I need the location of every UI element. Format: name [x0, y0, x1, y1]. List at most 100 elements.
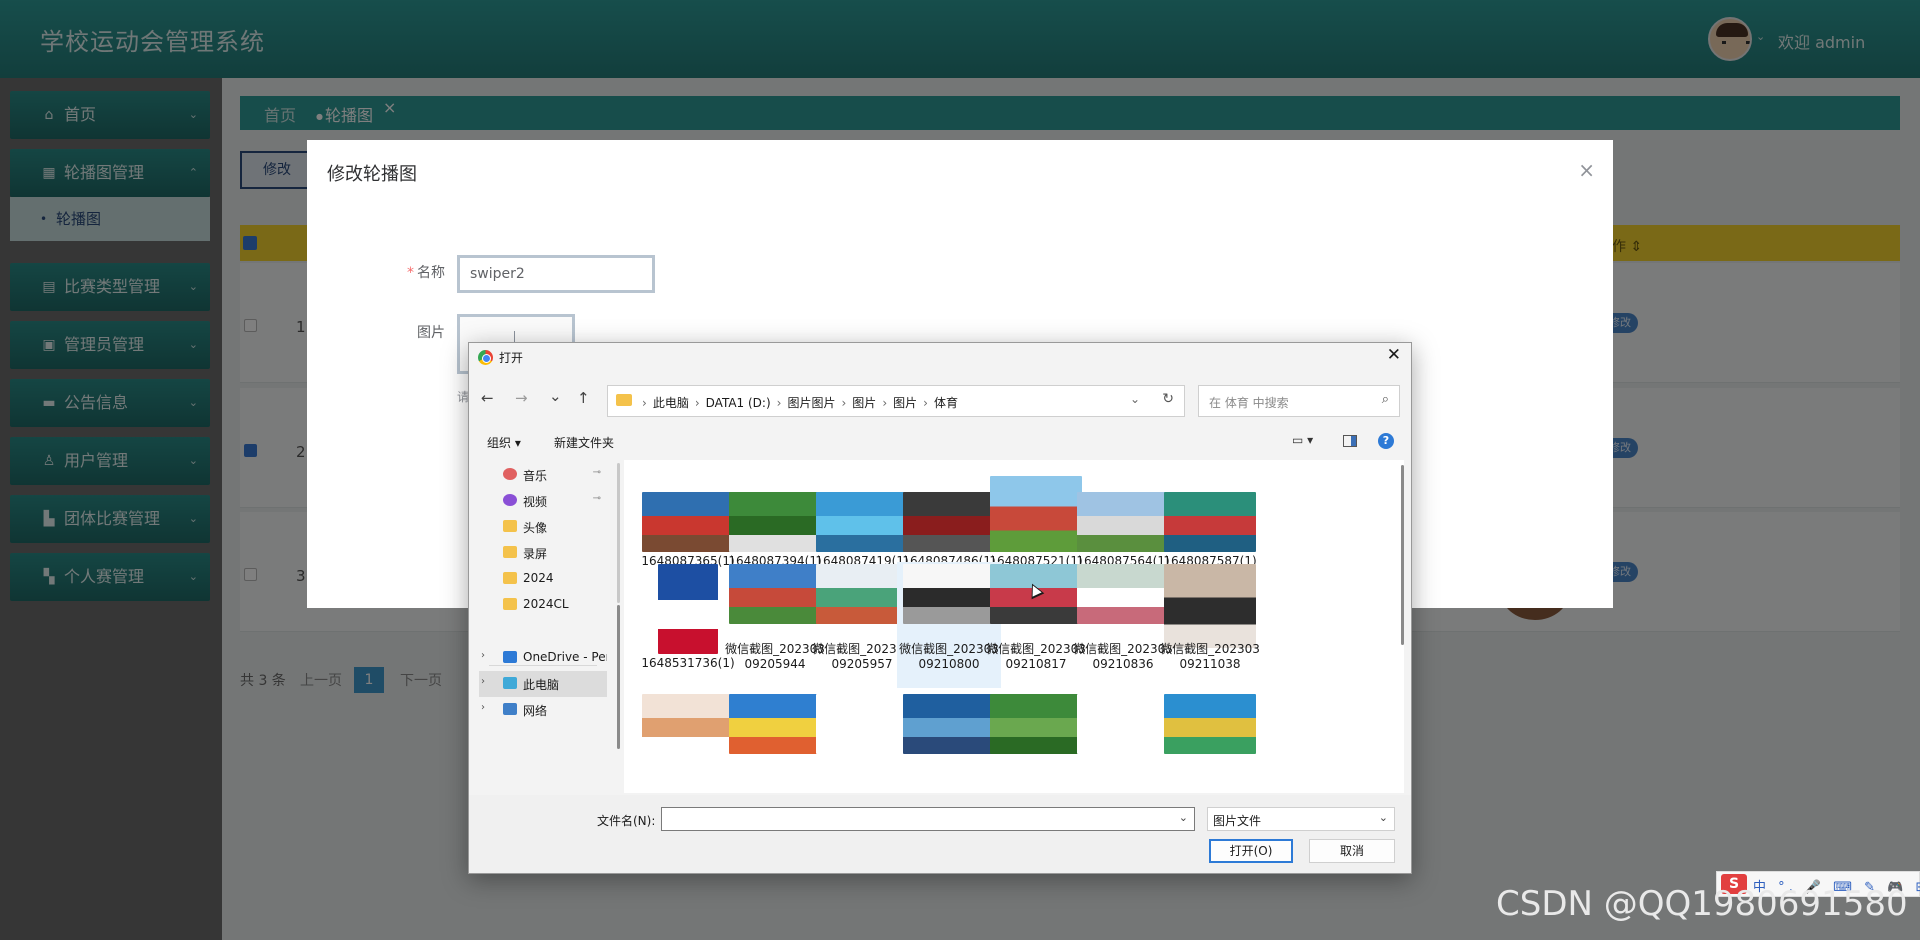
nav-item-3[interactable]: 录屏 — [479, 540, 607, 566]
image-thumbnail — [729, 492, 821, 552]
nav-item-label: 网络 — [523, 704, 548, 718]
cloud-icon — [503, 651, 517, 663]
filename-label: 文件名(N): — [597, 814, 656, 828]
nav-item-label: 录屏 — [523, 547, 548, 561]
file-grid-scrollbar[interactable] — [1401, 465, 1404, 645]
nav-item-2[interactable]: 头像 — [479, 514, 607, 540]
nav-item-label: OneDrive - Per — [523, 650, 607, 664]
dialog-title: 打开 — [499, 351, 524, 365]
command-bar: 组织 ▾ 新建文件夹 ▭ ▾ ? — [469, 427, 1411, 455]
chevron-right-icon[interactable]: › — [481, 676, 485, 687]
open-file-dialog: 打开 ✕ ← → ⌄ ↑ › 此电脑 › DATA1 (D:) › 图片图片 › 图片 › 图片 ›… — [468, 342, 1412, 874]
nav-item-8[interactable]: › 网络 — [479, 697, 607, 723]
navpane-scrollbar[interactable] — [617, 463, 620, 603]
up-arrow-icon[interactable]: ↑ — [577, 389, 590, 407]
network-icon — [503, 703, 517, 715]
nav-item-5[interactable]: 2024CL — [479, 592, 607, 618]
help-icon[interactable]: ? — [1378, 433, 1394, 449]
breadcrumb-segment[interactable]: 此电脑 — [653, 396, 689, 410]
new-folder-button[interactable]: 新建文件夹 — [554, 434, 614, 451]
chevron-right-icon: › — [694, 396, 700, 410]
watermark: CSDN @QQ1980691580 — [1496, 884, 1908, 924]
image-thumbnail — [642, 492, 734, 552]
chevron-right-icon[interactable]: › — [481, 702, 485, 713]
nav-item-label: 此电脑 — [523, 678, 560, 692]
nav-item-1[interactable]: 视频 ⊸ — [479, 488, 607, 514]
breadcrumb-segment[interactable]: 体育 — [934, 396, 958, 410]
filename-input[interactable]: ⌄ — [661, 807, 1195, 831]
search-input[interactable]: 在 体育 中搜索 ⌕ — [1198, 385, 1400, 417]
cancel-button[interactable]: 取消 — [1309, 839, 1395, 863]
chevron-down-icon[interactable]: ⌄ — [1179, 811, 1188, 824]
image-thumbnail — [1164, 564, 1256, 648]
close-icon[interactable]: × — [1578, 158, 1595, 182]
file-type-value: 图片文件 — [1213, 814, 1262, 828]
computer-icon — [503, 677, 517, 689]
chevron-right-icon: › — [841, 396, 847, 410]
nav-item-label: 头像 — [523, 521, 548, 535]
search-icon[interactable]: ⌕ — [1382, 392, 1389, 407]
breadcrumb-segment[interactable]: 图片图片 — [787, 396, 835, 410]
music-icon — [503, 468, 517, 480]
folder-icon — [503, 520, 517, 532]
open-button[interactable]: 打开(O) — [1209, 839, 1293, 863]
breadcrumb-segment[interactable]: 图片 — [852, 396, 876, 410]
name-input[interactable] — [457, 255, 655, 293]
forward-arrow-icon[interactable]: → — [515, 389, 528, 407]
image-thumbnail — [729, 564, 821, 624]
image-thumbnail — [903, 564, 995, 624]
navpane-divider — [489, 665, 597, 666]
image-thumbnail — [642, 694, 734, 754]
image-thumbnail — [658, 564, 718, 654]
close-icon[interactable]: ✕ — [1387, 345, 1401, 365]
navpane-scrollbar-thumb[interactable] — [617, 605, 620, 749]
image-thumbnail — [1164, 492, 1256, 552]
nav-item-label: 2024 — [523, 571, 554, 585]
chevron-right-icon: › — [642, 396, 647, 410]
file-item[interactable] — [1158, 692, 1262, 792]
chevron-right-icon: › — [882, 396, 888, 410]
address-bar[interactable]: › 此电脑 › DATA1 (D:) › 图片图片 › 图片 › 图片 › 体育 ⌄ ↻ — [607, 385, 1185, 417]
navigation-pane: 音乐 ⊸ 视频 ⊸ 头像 录屏 2024 2024CL › OneDrive - Per › 此电脑 ›… — [469, 460, 609, 793]
chevron-right-icon: › — [776, 396, 782, 410]
organize-button[interactable]: 组织 ▾ — [487, 434, 521, 451]
refresh-icon[interactable]: ↻ — [1162, 391, 1174, 407]
view-options-button[interactable]: ▭ ▾ — [1292, 433, 1313, 447]
folder-icon — [503, 598, 517, 610]
chrome-icon — [478, 350, 493, 365]
file-type-select[interactable]: 图片文件 ⌄ — [1207, 807, 1395, 831]
image-thumbnail — [1077, 564, 1169, 624]
back-arrow-icon[interactable]: ← — [481, 389, 494, 407]
image-thumbnail — [816, 694, 908, 754]
preview-pane-icon[interactable] — [1343, 435, 1357, 447]
breadcrumb-segment[interactable]: DATA1 (D:) — [706, 396, 771, 410]
search-placeholder: 在 体育 中搜索 — [1209, 396, 1289, 410]
chevron-down-icon[interactable]: ⌄ — [1379, 811, 1388, 824]
file-item[interactable]: 微信截图_20230309211038 — [1158, 562, 1262, 688]
folder-icon — [503, 546, 517, 558]
dialog-titlebar: 打开 ✕ — [469, 343, 1411, 371]
image-label: 图片 — [417, 325, 445, 341]
image-thumbnail — [816, 564, 908, 624]
image-thumbnail — [903, 694, 995, 754]
nav-item-0[interactable]: 音乐 ⊸ — [479, 462, 607, 488]
recent-locations-icon[interactable]: ⌄ — [549, 387, 562, 405]
pin-icon: ⊸ — [592, 467, 601, 478]
image-thumbnail — [1077, 492, 1169, 552]
file-item[interactable]: 1648087587(1) — [1158, 474, 1262, 568]
name-label-text: 名称 — [417, 265, 445, 281]
breadcrumb[interactable]: › 此电脑 › DATA1 (D:) › 图片图片 › 图片 › 图片 › 体育 — [636, 394, 958, 411]
image-thumbnail — [903, 492, 995, 552]
video-icon — [503, 494, 517, 506]
pin-icon: ⊸ — [592, 493, 601, 504]
dialog-footer: 文件名(N): ⌄ 图片文件 ⌄ 打开(O) 取消 — [469, 795, 1411, 873]
breadcrumb-segment[interactable]: 图片 — [893, 396, 917, 410]
image-thumbnail — [990, 476, 1082, 552]
chevron-down-icon[interactable]: ⌄ — [1130, 392, 1140, 406]
folder-icon — [616, 394, 632, 406]
chevron-right-icon[interactable]: › — [481, 650, 485, 661]
chevron-right-icon: › — [923, 396, 928, 410]
nav-item-4[interactable]: 2024 — [479, 566, 607, 592]
nav-item-7[interactable]: › 此电脑 — [479, 671, 607, 697]
nav-item-6[interactable]: › OneDrive - Per — [479, 645, 607, 671]
